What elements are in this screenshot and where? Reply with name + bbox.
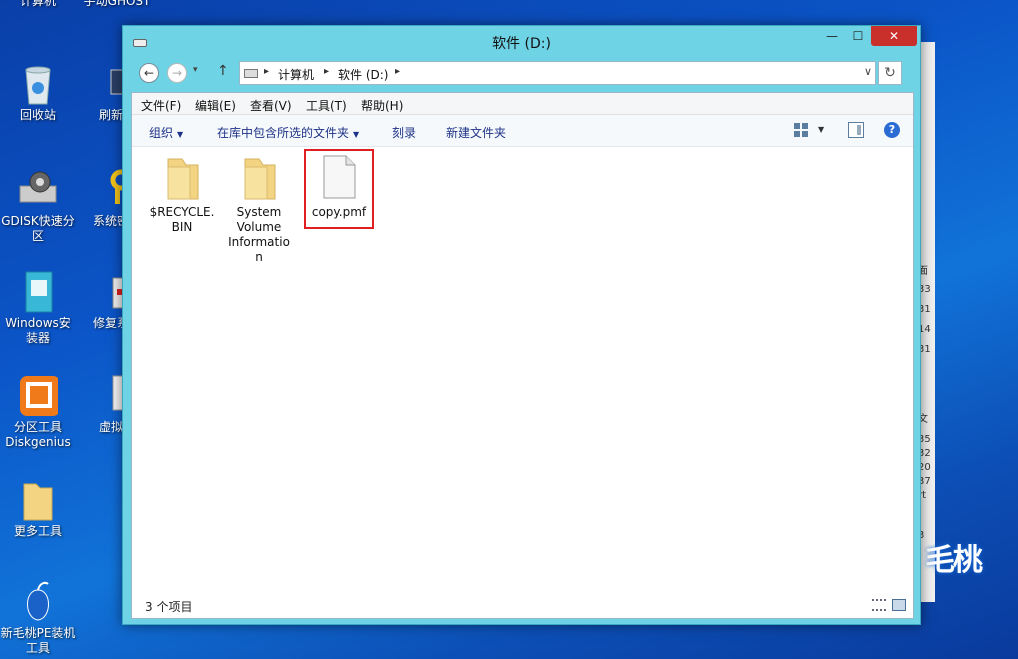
file-item-recycle-bin[interactable]: $RECYCLE. BIN (146, 147, 218, 235)
folder-icon (160, 153, 204, 201)
desktop-icon-label: 新毛桃PE装机工具 (0, 626, 76, 655)
address-row: ← → ▾ ↑ ▸ 计算机 ▸ 软件 (D:) ▸ ∨ ↻ (131, 61, 913, 87)
breadcrumb-separator[interactable]: ▸ (395, 66, 400, 77)
file-name: $RECYCLE. (149, 205, 215, 219)
organize-button[interactable]: 组织 ▼ (149, 124, 183, 141)
refresh-button[interactable]: ↻ (878, 61, 902, 85)
highlight-annotation (304, 149, 374, 229)
desktop-icon-pe-installer[interactable]: 新毛桃PE装机工具 (0, 580, 76, 656)
new-folder-button[interactable]: 新建文件夹 (446, 124, 506, 141)
address-dropdown-icon[interactable]: ∨ (864, 65, 872, 78)
desktop-icon-label: 更多工具 (13, 524, 62, 538)
close-button[interactable]: ✕ (871, 26, 917, 46)
menu-file[interactable]: 文件(F) (141, 97, 181, 114)
desktop-icon-label: 回收站 (19, 108, 56, 122)
file-name: System (236, 205, 282, 219)
include-in-library-label: 在库中包含所选的文件夹 (217, 126, 350, 140)
desktop-icon-gdisk[interactable]: GDISK快速分区 (0, 168, 76, 244)
desktop-icon-computer[interactable]: 计算机 (0, 0, 76, 9)
file-name: Volume (236, 220, 282, 234)
help-icon[interactable]: ? (884, 122, 900, 138)
file-name: BIN (171, 220, 193, 234)
file-item-system-volume-information[interactable]: System Volume Informatio n (223, 147, 295, 265)
breadcrumb-drive-d[interactable]: 软件 (D:) (338, 66, 388, 83)
breadcrumb-separator[interactable]: ▸ (264, 66, 269, 77)
file-list: $RECYCLE. BIN System Volume Informatio n (132, 147, 913, 618)
minimize-button[interactable]: — (819, 26, 845, 46)
diskgenius-icon (18, 374, 60, 416)
folder-icon (237, 153, 281, 201)
menu-view[interactable]: 查看(V) (250, 97, 292, 114)
maximize-button[interactable]: ☐ (845, 26, 871, 46)
menu-help[interactable]: 帮助(H) (361, 97, 403, 114)
menu-tools[interactable]: 工具(T) (306, 97, 347, 114)
folder-icon (18, 478, 58, 521)
organize-label: 组织 (149, 126, 174, 140)
breadcrumb-computer[interactable]: 计算机 (278, 66, 314, 83)
desktop-icon-label: 手动GHOST (83, 0, 151, 8)
desktop-icon-recycle-bin[interactable]: 回收站 (0, 62, 76, 123)
details-view-icon[interactable] (872, 599, 886, 611)
gear-icon (18, 168, 58, 210)
chevron-down-icon: ▼ (353, 130, 360, 139)
back-button[interactable]: ← (139, 63, 159, 83)
window-title: 软件 (D:) (492, 36, 551, 52)
desktop-icon-label: GDISK快速分区 (1, 214, 75, 243)
menu-edit[interactable]: 编辑(E) (195, 97, 236, 114)
up-button[interactable]: ↑ (217, 63, 229, 79)
chevron-down-icon: ▼ (177, 130, 184, 139)
recycle-bin-icon (18, 62, 58, 105)
desktop-icon-diskgenius[interactable]: 分区工具Diskgenius (0, 374, 76, 450)
drive-icon (244, 69, 258, 78)
installer-icon (18, 270, 58, 313)
desktop-icon-label: Windows安装器 (5, 316, 71, 345)
content-area: 文件(F) 编辑(E) 查看(V) 工具(T) 帮助(H) 组织 ▼ 在库中包含所… (131, 92, 914, 619)
brand-logo-text: 毛桃 (925, 543, 983, 578)
view-options-icon[interactable] (793, 122, 809, 138)
peach-icon (18, 580, 58, 622)
desktop-icon-more-tools[interactable]: 更多工具 (0, 478, 76, 539)
file-name: Informatio (228, 235, 290, 249)
desktop-icon-ghost[interactable]: 手动GHOST (79, 0, 155, 9)
desktop-icon-label: 分区工具Diskgenius (5, 420, 71, 449)
title-bar[interactable]: 软件 (D:) — ☐ ✕ (123, 26, 920, 56)
breadcrumb-separator[interactable]: ▸ (324, 66, 329, 77)
explorer-window: 软件 (D:) — ☐ ✕ ← → ▾ ↑ ▸ 计算机 ▸ 软件 (D:) ▸ … (122, 25, 921, 625)
command-bar: 组织 ▼ 在库中包含所选的文件夹 ▼ 刻录 新建文件夹 ▼ ? (132, 115, 913, 147)
include-in-library-button[interactable]: 在库中包含所选的文件夹 ▼ (217, 124, 359, 141)
status-bar: 3 个项目 (132, 593, 913, 618)
menu-bar: 文件(F) 编辑(E) 查看(V) 工具(T) 帮助(H) (132, 93, 913, 115)
history-dropdown-icon[interactable]: ▾ (193, 65, 198, 75)
preview-pane-icon[interactable] (848, 122, 864, 138)
large-icons-view-icon[interactable] (892, 599, 906, 611)
item-count: 3 个项目 (145, 600, 193, 614)
file-name: n (255, 250, 263, 264)
forward-button[interactable]: → (167, 63, 187, 83)
desktop-icon-windows-installer[interactable]: Windows安装器 (0, 270, 76, 346)
desktop-icon-label: 计算机 (19, 0, 56, 8)
address-bar[interactable]: ▸ 计算机 ▸ 软件 (D:) ▸ ∨ (239, 61, 876, 85)
chevron-down-icon[interactable]: ▼ (818, 125, 824, 134)
burn-button[interactable]: 刻录 (392, 124, 416, 141)
